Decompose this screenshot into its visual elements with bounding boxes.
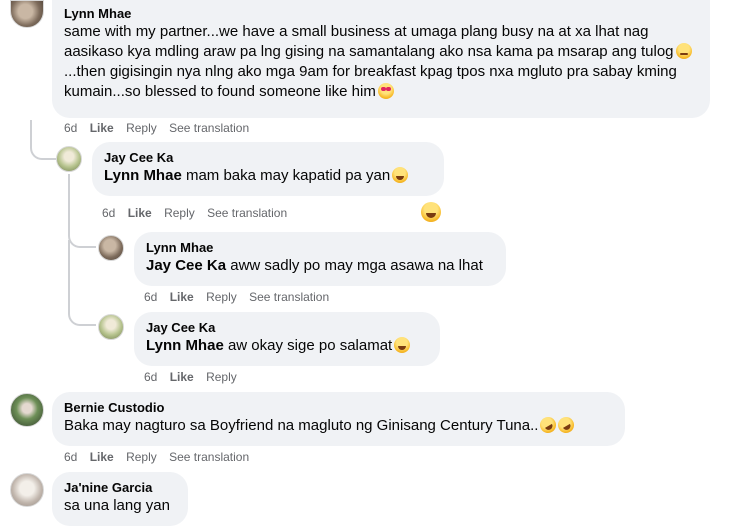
comment-bubble: Jay Cee Ka Lynn Mhae aw okay sige po sal… (134, 312, 440, 366)
comment-bubble: Ja'nine Garcia sa una lang yan (52, 472, 188, 526)
comment-time[interactable]: 6d (64, 121, 77, 135)
like-button[interactable]: Like (170, 370, 194, 384)
comment-time[interactable]: 6d (144, 370, 157, 384)
laughing-face-icon[interactable] (421, 202, 441, 222)
comment-text-part: Baka may nagturo sa Boyfriend na magluto… (64, 417, 539, 434)
comment-text: Jay Cee Ka aww sadly po may mga asawa na… (146, 256, 494, 276)
like-button[interactable]: Like (90, 121, 114, 135)
thread-line (30, 120, 56, 160)
comment-bubble: Lynn Mhae Jay Cee Ka aww sadly po may mg… (134, 232, 506, 286)
comment-text-part: same with my partner...we have a small b… (64, 23, 674, 60)
comment-actions: 6d Like Reply See translation (102, 205, 296, 221)
comment-text: same with my partner...we have a small b… (64, 22, 698, 102)
comment-time[interactable]: 6d (102, 206, 115, 220)
comment-actions: 6d Like Reply See translation (144, 289, 338, 305)
comment-text: Lynn Mhae aw okay sige po salamat (146, 336, 428, 356)
comment-bubble: Jay Cee Ka Lynn Mhae mam baka may kapati… (92, 142, 444, 196)
laughing-emoji-icon (392, 167, 409, 183)
comment-author[interactable]: Bernie Custodio (64, 400, 613, 416)
comment-author[interactable]: Lynn Mhae (146, 240, 494, 256)
comment-text: Lynn Mhae mam baka may kapatid pa yan (104, 166, 432, 186)
thread-line (68, 174, 96, 248)
see-translation-link[interactable]: See translation (207, 206, 287, 220)
comment-text-part: mam baka may kapatid pa yan (185, 167, 391, 184)
avatar[interactable] (10, 0, 44, 28)
comment-text-part: aw okay sige po salamat (227, 337, 393, 354)
comment-author[interactable]: Lynn Mhae (64, 6, 698, 22)
see-translation-link[interactable]: See translation (249, 290, 329, 304)
mention-link[interactable]: Lynn Mhae (146, 337, 224, 354)
avatar[interactable] (10, 393, 44, 427)
reply-button[interactable]: Reply (206, 290, 237, 304)
comment-author[interactable]: Jay Cee Ka (104, 150, 432, 166)
comment-text-part: ...then gigisingin nya nlng ako mga 9am … (64, 63, 677, 100)
avatar[interactable] (98, 235, 124, 261)
avatar[interactable] (10, 473, 44, 507)
comment-text: Baka may nagturo sa Boyfriend na magluto… (64, 414, 613, 436)
comment-time[interactable]: 6d (144, 290, 157, 304)
reply-button[interactable]: Reply (206, 370, 237, 384)
comment-time[interactable]: 6d (64, 450, 77, 464)
comment-author[interactable]: Ja'nine Garcia (64, 480, 176, 496)
comment-actions: 6d Like Reply (144, 369, 246, 385)
comment-author[interactable]: Jay Cee Ka (146, 320, 428, 336)
reply-button[interactable]: Reply (126, 121, 157, 135)
comment-actions: 6d Like Reply See translation (64, 120, 258, 136)
like-button[interactable]: Like (90, 450, 114, 464)
like-button[interactable]: Like (170, 290, 194, 304)
comment-text-part: aww sadly po may mga asawa na lhat (230, 257, 483, 274)
reply-button[interactable]: Reply (164, 206, 195, 220)
comment-bubble: Bernie Custodio Baka may nagturo sa Boyf… (52, 392, 625, 446)
see-translation-link[interactable]: See translation (169, 450, 249, 464)
reply-button[interactable]: Reply (126, 450, 157, 464)
rofl-emoji-icon (555, 414, 578, 436)
mention-link[interactable]: Lynn Mhae (104, 167, 182, 184)
see-translation-link[interactable]: See translation (169, 121, 249, 135)
mention-link[interactable]: Jay Cee Ka (146, 257, 226, 274)
avatar[interactable] (98, 314, 124, 340)
thread-line (68, 240, 96, 326)
grinning-emoji-icon (394, 337, 411, 353)
like-button[interactable]: Like (128, 206, 152, 220)
heart-eyes-emoji-icon (377, 83, 394, 99)
rofl-emoji-icon (537, 414, 560, 436)
avatar[interactable] (56, 146, 82, 172)
sweat-smile-emoji-icon (675, 43, 692, 59)
comment-bubble: Lynn Mhae same with my partner...we have… (52, 0, 710, 118)
comment-text: sa una lang yan (64, 497, 170, 514)
comment-actions: 6d Like Reply See translation (64, 449, 258, 465)
